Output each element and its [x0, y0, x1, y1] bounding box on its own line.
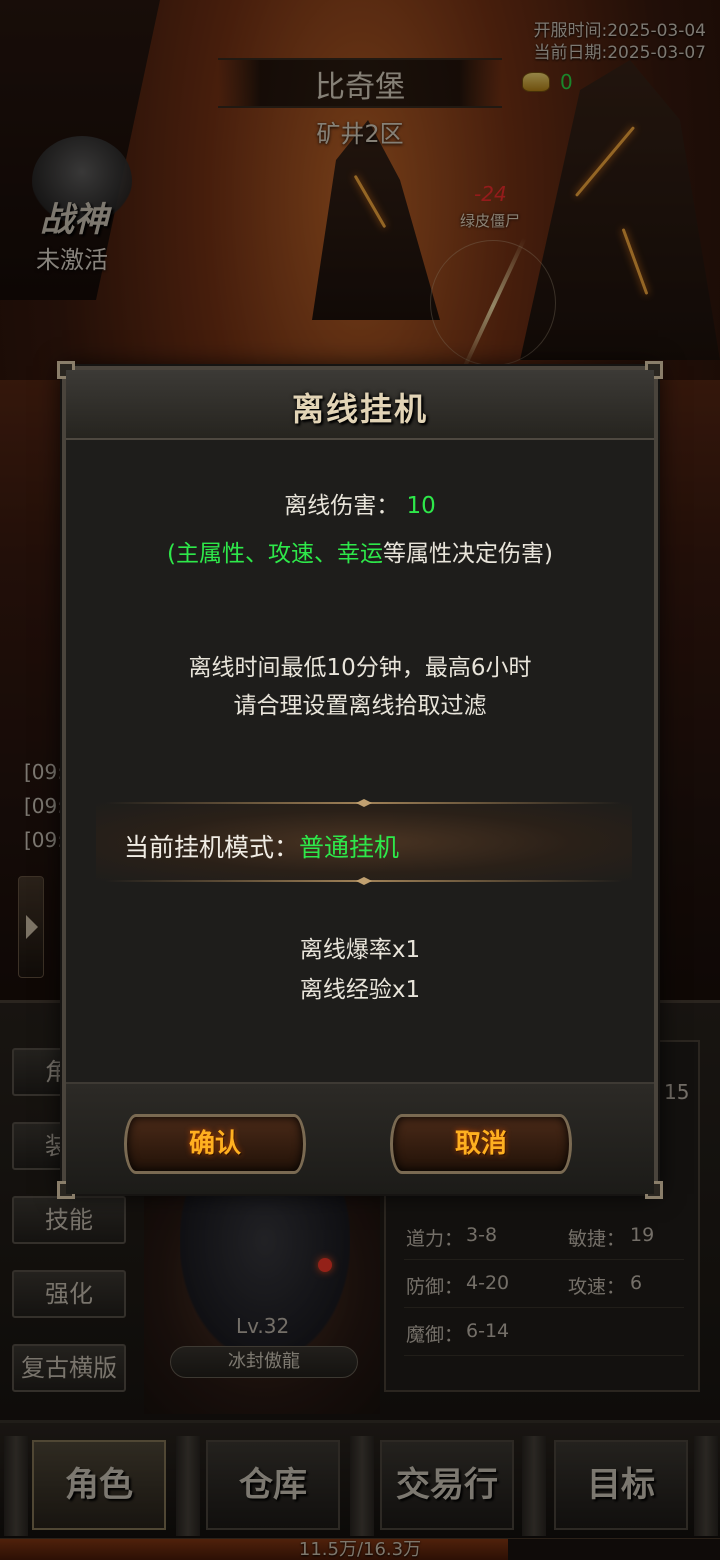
- offline-damage-line: 离线伤害： 10: [66, 486, 654, 520]
- offline-damage-value: 10: [406, 493, 436, 519]
- offline-idle-dialog: 离线挂机 离线伤害： 10 (主属性、攻速、幸运等属性决定伤害) 离线时间最低1…: [57, 361, 663, 1199]
- attribute-note-highlight: (主属性、攻速、幸运: [167, 541, 383, 567]
- offline-drop-rate: 离线爆率x1: [299, 937, 421, 963]
- attribute-note: (主属性、攻速、幸运等属性决定伤害): [66, 534, 654, 568]
- idle-mode-value: 普通挂机: [299, 833, 400, 862]
- offline-exp-rate: 离线经验x1: [299, 977, 421, 1003]
- cancel-button[interactable]: 取消: [390, 1114, 572, 1174]
- pickup-filter-tip: 请合理设置离线拾取过滤: [233, 693, 487, 719]
- dialog-header: 离线挂机: [66, 370, 654, 440]
- dialog-title: 离线挂机: [291, 390, 428, 428]
- offline-time-rule: 离线时间最低10分钟，最高6小时: [188, 655, 532, 681]
- attribute-note-text: 等属性决定伤害): [383, 541, 553, 567]
- confirm-button[interactable]: 确认: [124, 1114, 306, 1174]
- offline-damage-label: 离线伤害：: [284, 493, 400, 519]
- idle-mode-label: 当前挂机模式：: [124, 833, 300, 862]
- idle-mode-line: 当前挂机模式：普通挂机: [124, 828, 399, 864]
